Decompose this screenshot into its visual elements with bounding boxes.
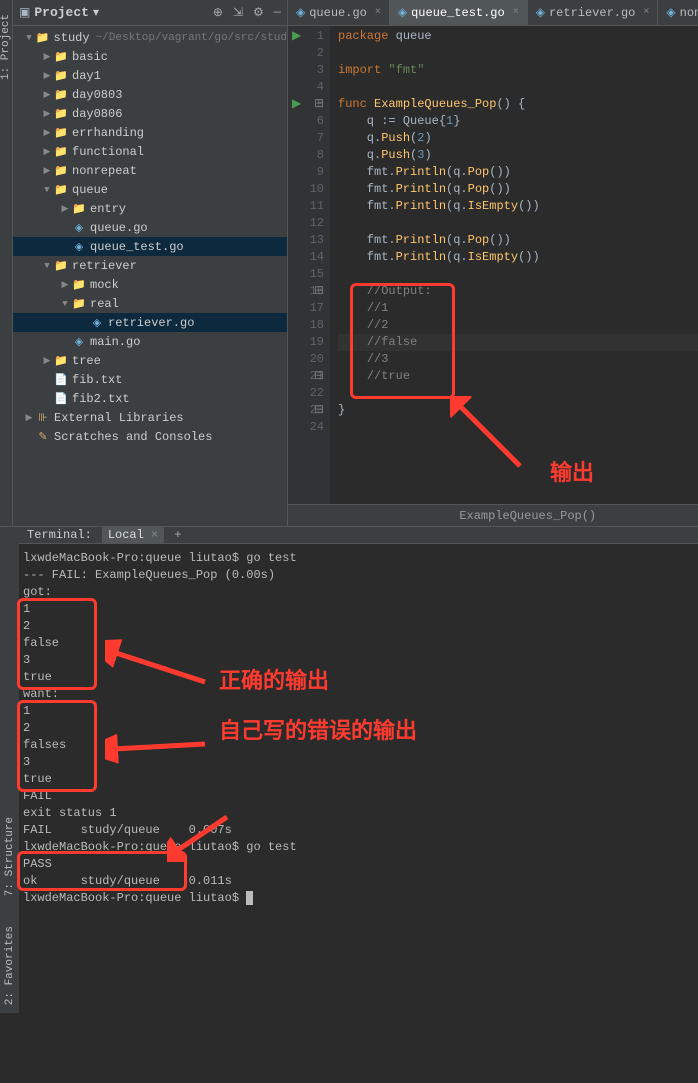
project-sidebar: ▣ Project ▾ ⊕ ⇲ ⚙ — ▼📁study~/Desktop/vag… (13, 0, 288, 526)
tree-item-day0806[interactable]: ▶📁day0806 (13, 104, 287, 123)
terminal-output[interactable]: lxwdeMacBook-Pro:queue liutao$ go test -… (19, 544, 698, 1083)
collapse-icon[interactable]: ⇲ (233, 5, 243, 20)
code-line-4[interactable] (338, 79, 698, 96)
code-line-18[interactable]: //2 (338, 317, 698, 334)
file-tree[interactable]: ▼📁study~/Desktop/vagrant/go/src/stud▶📁ba… (13, 26, 287, 526)
tree-item-fib-txt[interactable]: 📄fib.txt (13, 370, 287, 389)
code-line-6[interactable]: q := Queue{1} (338, 113, 698, 130)
tree-item-nonrepeat[interactable]: ▶📁nonrepeat (13, 161, 287, 180)
code-line-20[interactable]: //3 (338, 351, 698, 368)
tree-item-day0803[interactable]: ▶📁day0803 (13, 85, 287, 104)
tree-item-external-libraries[interactable]: ▶⊪External Libraries (13, 408, 287, 427)
project-header: ▣ Project ▾ ⊕ ⇲ ⚙ — (13, 0, 287, 26)
left-tool-rail: 1: Project (0, 0, 13, 526)
tree-item-retriever[interactable]: ▼📁retriever (13, 256, 287, 275)
code-line-5[interactable]: func ExampleQueues_Pop() { (338, 96, 698, 113)
code-line-10[interactable]: fmt.Println(q.Pop()) (338, 181, 698, 198)
tree-item-day1[interactable]: ▶📁day1 (13, 66, 287, 85)
tab-retriever-go[interactable]: ◈retriever.go× (528, 0, 659, 25)
tree-item-scratches-and-consoles[interactable]: ✎Scratches and Consoles (13, 427, 287, 446)
code-line-8[interactable]: q.Push(3) (338, 147, 698, 164)
code-line-1[interactable]: package queue (338, 28, 698, 45)
editor-area: ◈queue.go×◈queue_test.go×◈retriever.go×◈… (288, 0, 698, 526)
project-dropdown-icon[interactable]: ▾ (93, 5, 99, 20)
terminal-header: Terminal: Local × + (19, 527, 698, 544)
breadcrumb[interactable]: ExampleQueues_Pop() (288, 504, 698, 526)
tree-item-queue-test-go[interactable]: ◈queue_test.go (13, 237, 287, 256)
tree-item-study[interactable]: ▼📁study~/Desktop/vagrant/go/src/stud (13, 28, 287, 47)
tree-item-entry[interactable]: ▶📁entry (13, 199, 287, 218)
bottom-tool-rail: 7: Structure 2: Favorites (0, 527, 19, 1013)
terminal-tab-local[interactable]: Local × (102, 527, 164, 543)
structure-tool-label[interactable]: 7: Structure (4, 817, 16, 896)
code-line-15[interactable] (338, 266, 698, 283)
tree-item-real[interactable]: ▼📁real (13, 294, 287, 313)
hide-icon[interactable]: — (274, 5, 281, 20)
tab-nonrepeat[interactable]: ◈nonrepeat× (658, 0, 698, 25)
tree-item-errhanding[interactable]: ▶📁errhanding (13, 123, 287, 142)
code-line-16[interactable]: //Output: (338, 283, 698, 300)
code-line-22[interactable] (338, 385, 698, 402)
code-line-19[interactable]: //false (338, 334, 698, 351)
tree-item-functional[interactable]: ▶📁functional (13, 142, 287, 161)
code-editor[interactable]: package queue import "fmt" func ExampleQue… (330, 26, 698, 504)
terminal-panel: 7: Structure 2: Favorites Terminal: Loca… (0, 526, 698, 1013)
tree-item-basic[interactable]: ▶📁basic (13, 47, 287, 66)
target-icon[interactable]: ⊕ (213, 5, 223, 20)
project-title[interactable]: Project (34, 5, 89, 20)
tree-item-queue-go[interactable]: ◈queue.go (13, 218, 287, 237)
gear-icon[interactable]: ⚙ (253, 5, 264, 20)
tree-item-tree[interactable]: ▶📁tree (13, 351, 287, 370)
project-icon: ▣ (19, 5, 30, 20)
code-line-11[interactable]: fmt.Println(q.IsEmpty()) (338, 198, 698, 215)
tree-item-mock[interactable]: ▶📁mock (13, 275, 287, 294)
code-line-13[interactable]: fmt.Println(q.Pop()) (338, 232, 698, 249)
code-line-23[interactable]: } (338, 402, 698, 419)
anno-output-label: 输出 (550, 466, 594, 483)
terminal-title: Terminal: (27, 528, 92, 542)
project-tool-label[interactable]: 1: Project (0, 14, 12, 80)
code-line-24[interactable] (338, 419, 698, 436)
favorites-tool-label[interactable]: 2: Favorites (4, 926, 16, 1005)
tree-item-queue[interactable]: ▼📁queue (13, 180, 287, 199)
tree-item-fib2-txt[interactable]: 📄fib2.txt (13, 389, 287, 408)
code-line-12[interactable] (338, 215, 698, 232)
code-line-7[interactable]: q.Push(2) (338, 130, 698, 147)
tree-item-retriever-go[interactable]: ◈retriever.go (13, 313, 287, 332)
tree-item-main-go[interactable]: ◈main.go (13, 332, 287, 351)
code-line-17[interactable]: //1 (338, 300, 698, 317)
editor-tabs: ◈queue.go×◈queue_test.go×◈retriever.go×◈… (288, 0, 698, 26)
code-line-14[interactable]: fmt.Println(q.IsEmpty()) (338, 249, 698, 266)
code-line-2[interactable] (338, 45, 698, 62)
gutter: ▶1234▶⊟56789101112131415⊟1617181920⊟2122… (288, 26, 330, 504)
code-line-9[interactable]: fmt.Println(q.Pop()) (338, 164, 698, 181)
tab-queue-test-go[interactable]: ◈queue_test.go× (390, 0, 528, 25)
code-line-3[interactable]: import "fmt" (338, 62, 698, 79)
tab-queue-go[interactable]: ◈queue.go× (288, 0, 390, 25)
code-line-21[interactable]: //true (338, 368, 698, 385)
terminal-add-tab[interactable]: + (174, 528, 181, 542)
